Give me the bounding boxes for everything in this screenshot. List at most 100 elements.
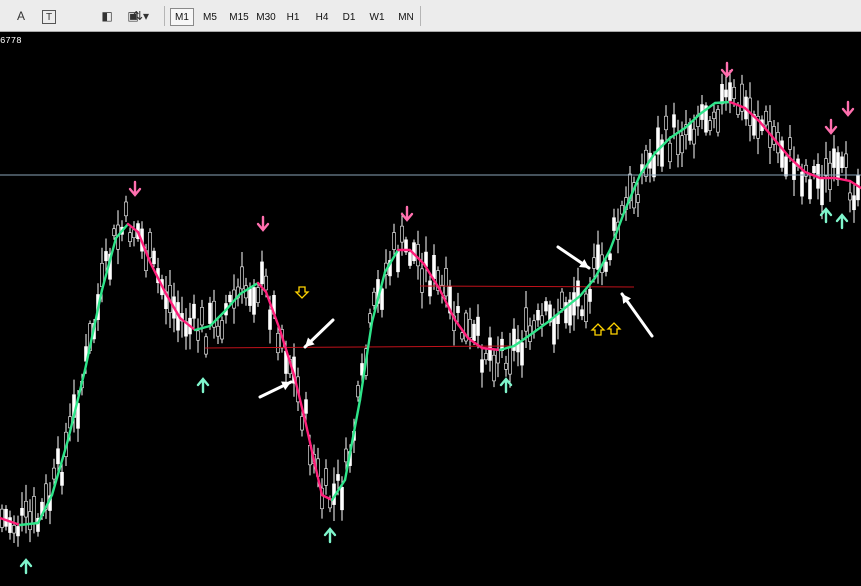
candle-body: [588, 289, 592, 302]
moving-average-segment: [480, 346, 502, 352]
candle-body: [720, 84, 724, 105]
chart-canvas: [0, 61, 861, 575]
candle-body: [612, 217, 616, 231]
candle-body: [484, 353, 488, 361]
candle-body: [788, 137, 792, 150]
candle-body: [8, 517, 12, 533]
sell-arrow-icon: [841, 100, 855, 117]
candle-body: [328, 499, 332, 509]
candle-body: [456, 306, 460, 313]
timeframe-m15[interactable]: M15: [226, 8, 252, 26]
buy-arrow-icon: [323, 527, 337, 544]
timeframe-h4[interactable]: H4: [310, 8, 334, 26]
sell-arrow-icon: [824, 118, 838, 135]
candle-body: [492, 354, 496, 382]
sell-arrow-icon: [256, 215, 270, 232]
candle-body: [480, 359, 484, 373]
candle-body: [252, 287, 256, 315]
candle-body: [792, 162, 796, 180]
candle-body: [344, 448, 348, 463]
candle-body: [372, 291, 376, 306]
candle-body: [692, 128, 696, 145]
moving-average-segment: [136, 230, 152, 264]
buy-arrow-icon: [19, 558, 33, 575]
candle-body: [340, 486, 344, 511]
candle-body: [268, 309, 272, 330]
candle-body: [432, 254, 436, 280]
candle-body: [248, 288, 252, 306]
candle-body: [52, 467, 56, 480]
candle-body: [596, 244, 600, 270]
candle-body: [260, 261, 264, 285]
candle-body: [416, 244, 420, 267]
candle-body: [128, 232, 132, 243]
candle-body: [228, 294, 232, 303]
candle-body: [560, 291, 564, 310]
candle-body: [148, 232, 152, 259]
candle-body: [240, 266, 244, 290]
candle-body: [652, 155, 656, 178]
candle-body: [732, 86, 736, 99]
timeframe-w1[interactable]: W1: [366, 8, 388, 26]
candle-body: [60, 471, 64, 486]
timeframe-m1[interactable]: M1: [170, 8, 194, 26]
candle-body: [32, 496, 36, 525]
candle-body: [356, 385, 360, 398]
candle-body: [676, 132, 680, 155]
candle-body: [592, 257, 596, 269]
candle-body: [784, 156, 788, 177]
candle-body: [496, 350, 500, 364]
candle-body: [708, 120, 712, 131]
candle-body: [392, 232, 396, 250]
candle-body: [664, 115, 668, 131]
hollow-down-signal-icon: [294, 286, 310, 299]
candle-body: [852, 195, 856, 211]
candle-body: [400, 225, 404, 243]
timeframe-m5[interactable]: M5: [198, 8, 222, 26]
candle-body: [712, 111, 716, 119]
candle-body: [820, 178, 824, 206]
timeframe-mn[interactable]: MN: [394, 8, 418, 26]
candle-body: [536, 310, 540, 321]
candle-body: [428, 280, 432, 297]
candle-body: [844, 153, 848, 168]
candle-body: [220, 320, 224, 340]
candle-body: [208, 302, 212, 324]
eraser-tool-icon[interactable]: ◧: [98, 8, 116, 24]
candle-body: [576, 280, 580, 307]
text-tool-icon[interactable]: A: [12, 8, 30, 24]
candle-body: [300, 416, 304, 431]
candle-body: [636, 194, 640, 203]
candle-body: [56, 448, 60, 465]
candle-body: [112, 228, 116, 236]
arrows-tool-icon[interactable]: ⇅▾: [126, 8, 156, 24]
candle-body: [680, 135, 684, 154]
resistance-level-line: [419, 285, 635, 288]
hollow-up-signal-icon: [606, 322, 622, 335]
sell-arrow-icon: [400, 205, 414, 222]
price-chart[interactable]: [0, 32, 861, 581]
candle-body: [504, 362, 508, 370]
text-label-tool-icon[interactable]: T: [42, 10, 56, 24]
candle-body: [28, 511, 32, 531]
moving-average-segment: [66, 368, 87, 442]
moving-average-segment: [18, 521, 40, 527]
candle-body: [824, 158, 828, 177]
candle-body: [508, 346, 512, 375]
candle-body: [324, 468, 328, 486]
toolbar-separator-end: [420, 6, 421, 26]
moving-average-segment: [713, 100, 732, 105]
candle-body: [668, 142, 672, 163]
candle-body: [4, 508, 8, 527]
candle-body: [460, 332, 464, 340]
candle-body: [604, 261, 608, 272]
candle-body: [104, 251, 108, 262]
moving-average-segment: [833, 176, 852, 183]
candle-body: [476, 316, 480, 336]
timeframe-d1[interactable]: D1: [338, 8, 360, 26]
candle-body: [196, 330, 200, 341]
timeframe-m30[interactable]: M30: [254, 8, 278, 26]
timeframe-h1[interactable]: H1: [282, 8, 304, 26]
candle-body: [304, 399, 308, 414]
candle-body: [716, 109, 720, 133]
